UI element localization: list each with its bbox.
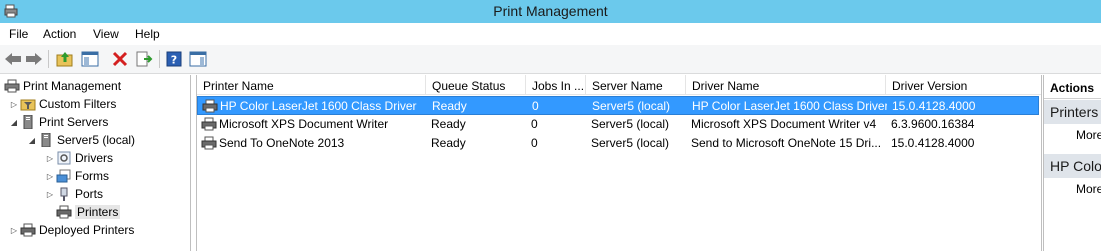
- actions-pane: Actions Printers More HP Colo More: [1043, 75, 1101, 251]
- driver-version-cell: 6.3.9600.16384: [891, 117, 975, 131]
- printer-icon: [202, 99, 218, 113]
- driver-name-cell: Microsoft XPS Document Writer v4: [691, 117, 877, 131]
- printer-icon: [20, 223, 36, 237]
- printer-icon: [201, 117, 217, 131]
- help-icon[interactable]: ?: [164, 49, 184, 69]
- actions-header: Actions: [1044, 75, 1101, 99]
- tree-item-printers[interactable]: Printers: [44, 203, 121, 221]
- tree-item-forms[interactable]: ▷ Forms: [44, 167, 109, 185]
- show-hide-action-pane-icon[interactable]: [188, 49, 208, 69]
- export-list-icon[interactable]: [134, 49, 154, 69]
- collapse-arrow-icon[interactable]: ◢: [8, 118, 20, 127]
- queue-status-cell: Ready: [432, 99, 467, 113]
- print-management-icon: [4, 79, 20, 93]
- show-hide-tree-icon[interactable]: [80, 49, 100, 69]
- tree-item-custom-filters[interactable]: ▷ Custom Filters: [8, 95, 116, 113]
- server-icon: [38, 133, 54, 147]
- back-arrow-icon[interactable]: [3, 49, 23, 69]
- jobs-cell: 0: [531, 117, 538, 131]
- up-folder-icon[interactable]: [55, 49, 75, 69]
- window-title: Print Management: [493, 3, 608, 19]
- printer-icon: [201, 136, 217, 150]
- table-row[interactable]: HP Color LaserJet 1600 Class Driver Read…: [197, 96, 1039, 115]
- tree-item-server5[interactable]: ◢ Server5 (local): [26, 131, 135, 149]
- toolbar: ?: [0, 45, 1101, 74]
- forms-icon: [56, 169, 72, 183]
- tree-item-print-servers[interactable]: ◢ Print Servers: [8, 113, 108, 131]
- column-header-driver-version[interactable]: Driver Version: [886, 75, 1041, 95]
- expand-arrow-icon[interactable]: ▷: [44, 190, 56, 199]
- printers-list: Printer Name Queue Status Jobs In ... Se…: [196, 75, 1042, 251]
- column-header-server-name[interactable]: Server Name: [586, 75, 686, 95]
- server-name-cell: Server5 (local): [592, 99, 671, 113]
- printer-name-cell: Microsoft XPS Document Writer: [219, 117, 389, 131]
- tree-item-print-management[interactable]: Print Management: [4, 77, 121, 95]
- printer-name-cell: Send To OneNote 2013: [219, 136, 345, 150]
- expand-arrow-icon[interactable]: ▷: [8, 226, 20, 235]
- driver-name-cell: Send to Microsoft OneNote 15 Dri...: [691, 136, 882, 150]
- port-icon: [56, 187, 72, 201]
- driver-name-cell: HP Color LaserJet 1600 Class Driver: [692, 99, 887, 113]
- server-name-cell: Server5 (local): [591, 136, 670, 150]
- menu-help[interactable]: Help: [135, 27, 160, 41]
- actions-section-selected-printer[interactable]: HP Colo: [1044, 154, 1101, 178]
- menu-view[interactable]: View: [93, 27, 119, 41]
- column-header-queue-status[interactable]: Queue Status: [426, 75, 526, 95]
- jobs-cell: 0: [531, 136, 538, 150]
- queue-status-cell: Ready: [431, 136, 466, 150]
- menu-bar: File Action View Help: [0, 23, 1101, 45]
- delete-icon[interactable]: [110, 49, 130, 69]
- toolbar-separator: [159, 50, 160, 68]
- filter-folder-icon: [20, 97, 36, 111]
- printer-icon: [56, 205, 72, 219]
- table-row[interactable]: Microsoft XPS Document Writer Ready 0 Se…: [197, 115, 1041, 134]
- svg-text:?: ?: [171, 54, 177, 67]
- server-name-cell: Server5 (local): [591, 117, 670, 131]
- column-header-jobs[interactable]: Jobs In ...: [526, 75, 586, 95]
- tree-item-drivers[interactable]: ▷ Drivers: [44, 149, 113, 167]
- expand-arrow-icon[interactable]: ▷: [8, 100, 20, 109]
- toolbar-separator: [48, 50, 49, 68]
- expand-arrow-icon[interactable]: ▷: [44, 172, 56, 181]
- title-bar: Print Management: [0, 0, 1101, 23]
- column-header-driver-name[interactable]: Driver Name: [686, 75, 886, 95]
- actions-section-printers[interactable]: Printers: [1044, 100, 1101, 124]
- driver-version-cell: 15.0.4128.4000: [891, 136, 975, 150]
- collapse-arrow-icon[interactable]: ◢: [26, 136, 38, 145]
- more-actions-link[interactable]: More: [1076, 128, 1101, 142]
- column-header-printer-name[interactable]: Printer Name: [197, 75, 426, 95]
- more-actions-link[interactable]: More: [1076, 182, 1101, 196]
- driver-version-cell: 15.0.4128.4000: [892, 99, 976, 113]
- printer-name-cell: HP Color LaserJet 1600 Class Driver: [220, 99, 417, 113]
- table-row[interactable]: Send To OneNote 2013 Ready 0 Server5 (lo…: [197, 134, 1041, 153]
- column-header-row: Printer Name Queue Status Jobs In ... Se…: [197, 75, 1041, 95]
- forward-arrow-icon[interactable]: [24, 49, 44, 69]
- server-icon: [20, 115, 36, 129]
- console-tree: Print Management ▷ Custom Filters ◢ Prin…: [0, 75, 191, 251]
- menu-action[interactable]: Action: [43, 27, 76, 41]
- jobs-cell: 0: [532, 99, 539, 113]
- drivers-icon: [56, 151, 72, 165]
- tree-item-deployed-printers[interactable]: ▷ Deployed Printers: [8, 221, 134, 239]
- tree-item-ports[interactable]: ▷ Ports: [44, 185, 103, 203]
- queue-status-cell: Ready: [431, 117, 466, 131]
- menu-file[interactable]: File: [9, 27, 28, 41]
- expand-arrow-icon[interactable]: ▷: [44, 154, 56, 163]
